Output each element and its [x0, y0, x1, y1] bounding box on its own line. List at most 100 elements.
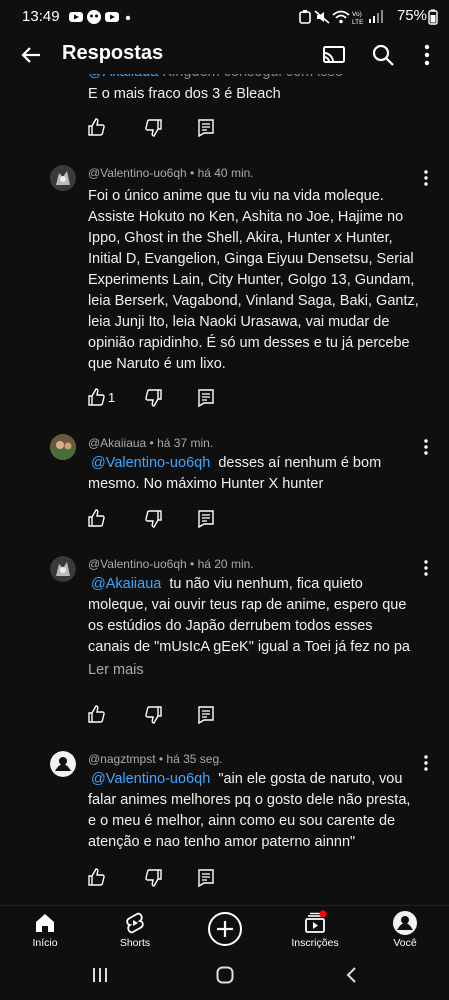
nav-home[interactable]: Início	[10, 908, 80, 949]
comment-time: há 35 seg.	[166, 752, 223, 766]
shorts-icon	[126, 912, 144, 934]
dislike-icon[interactable]	[144, 868, 164, 888]
cast-icon[interactable]	[319, 40, 349, 70]
comment-text: @Valentino-uo6qh desses aí nenhum é bom …	[88, 453, 381, 495]
status-time: 13:49	[22, 8, 60, 25]
comment-line: "ain ele gosta de naruto, vou	[210, 771, 403, 787]
alarm-icon	[299, 10, 311, 24]
comment-text: @Akaiiaua tu não viu nenhum, fica quieto…	[88, 574, 410, 658]
comment-line: leia Berserk, Vagabond, Vinland Saga, Ba…	[88, 293, 419, 309]
comment-meta: @Akaiiaua • há 37 min.	[88, 436, 214, 450]
mention-link[interactable]: @Akaiiaua	[91, 576, 161, 592]
nav-you-label: Você	[393, 937, 417, 949]
read-more-link[interactable]: Ler mais	[88, 662, 144, 678]
page-title: Respostas	[62, 42, 164, 64]
volte-icon: Vo)LTE	[352, 11, 364, 25]
comment-more-icon[interactable]	[418, 753, 434, 773]
comment-more-icon[interactable]	[418, 168, 434, 188]
mention-link[interactable]: @Valentino-uo6qh	[91, 455, 210, 471]
battery-icon	[428, 9, 438, 25]
profile-avatar-icon	[393, 911, 417, 935]
comment-line: Foi o único anime que tu viu na vida mol…	[88, 188, 384, 204]
avatar[interactable]	[50, 556, 76, 582]
search-icon[interactable]	[368, 40, 398, 70]
back-arrow-icon[interactable]	[16, 40, 46, 70]
subscriptions-icon	[305, 910, 327, 933]
back-button-icon[interactable]	[342, 965, 362, 985]
like-icon[interactable]	[86, 508, 106, 528]
comment-line: que Naruto é um lixo.	[88, 356, 226, 372]
comment-line: falar animes melhores pq o gosto dele nã…	[88, 792, 411, 808]
comment-meta: @Valentino-uo6qh • há 20 min.	[88, 557, 254, 571]
home-button-icon[interactable]	[215, 965, 235, 985]
reply-icon[interactable]	[196, 388, 216, 408]
comment-author[interactable]: @nagztmpst	[88, 752, 156, 766]
comment-line: opinião rapidinho. É só um desses e tu j…	[88, 335, 410, 351]
comment-line: Assiste Hokuto no Ken, Ashita no Joe, Ha…	[88, 209, 404, 225]
nav-home-label: Início	[32, 937, 58, 949]
reply-icon[interactable]	[196, 118, 216, 138]
create-plus-icon	[208, 912, 242, 946]
reply-icon[interactable]	[196, 705, 216, 725]
system-nav-bar	[0, 955, 449, 1000]
more-options-icon[interactable]	[412, 40, 442, 70]
comment-meta: @nagztmpst • há 35 seg.	[88, 752, 223, 766]
like-icon[interactable]	[86, 867, 106, 887]
nav-shorts[interactable]: Shorts	[100, 908, 170, 949]
recents-icon[interactable]	[90, 965, 110, 985]
comment-line: desses aí nenhum é bom	[210, 455, 382, 471]
dislike-icon[interactable]	[144, 118, 164, 138]
avatar[interactable]	[50, 165, 76, 191]
partial-comment-text: E o mais fraco dos 3 é Bleach	[88, 86, 281, 102]
dislike-icon[interactable]	[144, 509, 164, 529]
comment-line: e o meu é melhor, ainn como eu sou caren…	[88, 813, 396, 829]
home-icon	[36, 914, 54, 932]
comment-text: @Valentino-uo6qh "ain ele gosta de narut…	[88, 769, 410, 853]
like-icon[interactable]	[86, 387, 106, 407]
status-bar: 13:49 Vo) LTE 75%	[0, 0, 449, 34]
reply-icon[interactable]	[196, 868, 216, 888]
reply-icon[interactable]	[196, 509, 216, 529]
comment-time: há 37 min.	[157, 436, 214, 450]
comment-line: leia Junji Ito, leia Naoki Urasawa, vai …	[88, 314, 390, 330]
nav-subscriptions[interactable]: Inscrições	[280, 908, 350, 949]
like-icon[interactable]	[86, 704, 106, 724]
comment-text: Foi o único anime que tu viu na vida mol…	[88, 186, 419, 375]
comment-line: moleque, vai ouvir teus rap de anime, es…	[88, 597, 407, 613]
svg-text:LTE: LTE	[352, 19, 364, 25]
comment-line: atenção e nao tenho amor paterno ainnn"	[88, 834, 356, 850]
gamepad-notification-icon	[87, 10, 101, 24]
signal-icon	[369, 10, 383, 23]
like-icon[interactable]	[86, 117, 106, 137]
comment-line: tu não viu nenhum, fica quieto	[161, 576, 363, 592]
nav-create[interactable]	[190, 908, 260, 952]
comment-line: Ippo, Ghost in the Shell, Akira, Hunter …	[88, 230, 393, 246]
comment-line: Initial D, Evangelion, Ginga Eiyuu Dense…	[88, 251, 414, 267]
comment-line: os estúdios do Japão derrubem todos esse…	[88, 618, 373, 634]
youtube-notification-icon-2	[105, 12, 119, 22]
comment-time: há 40 min.	[197, 166, 254, 180]
comment-author[interactable]: @Akaiiaua	[88, 436, 146, 450]
wifi-icon	[332, 10, 350, 24]
more-notifications-dot-icon	[125, 15, 131, 21]
dislike-icon[interactable]	[144, 388, 164, 408]
comment-more-icon[interactable]	[418, 558, 434, 578]
comment-author[interactable]: @Valentino-uo6qh	[88, 166, 187, 180]
nav-subscriptions-label: Inscrições	[291, 937, 339, 949]
avatar[interactable]	[50, 751, 76, 777]
comment-meta: @Valentino-uo6qh • há 40 min.	[88, 166, 254, 180]
comment-line: mesmo. No máximo Hunter X hunter	[88, 476, 324, 492]
comment-line: canais de "mUsIcA gEeK" igual a Toei já …	[88, 639, 410, 655]
app-header: Respostas	[0, 34, 449, 74]
like-count: 1	[108, 390, 116, 405]
dislike-icon[interactable]	[144, 705, 164, 725]
comment-more-icon[interactable]	[418, 437, 434, 457]
nav-you[interactable]: Você	[370, 908, 440, 949]
mention-link[interactable]: @Valentino-uo6qh	[91, 771, 210, 787]
youtube-notification-icon	[69, 12, 83, 22]
mute-icon	[314, 10, 330, 24]
comment-author[interactable]: @Valentino-uo6qh	[88, 557, 187, 571]
comment-time: há 20 min.	[197, 557, 254, 571]
battery-level: 75%	[396, 7, 427, 24]
avatar[interactable]	[50, 434, 76, 460]
